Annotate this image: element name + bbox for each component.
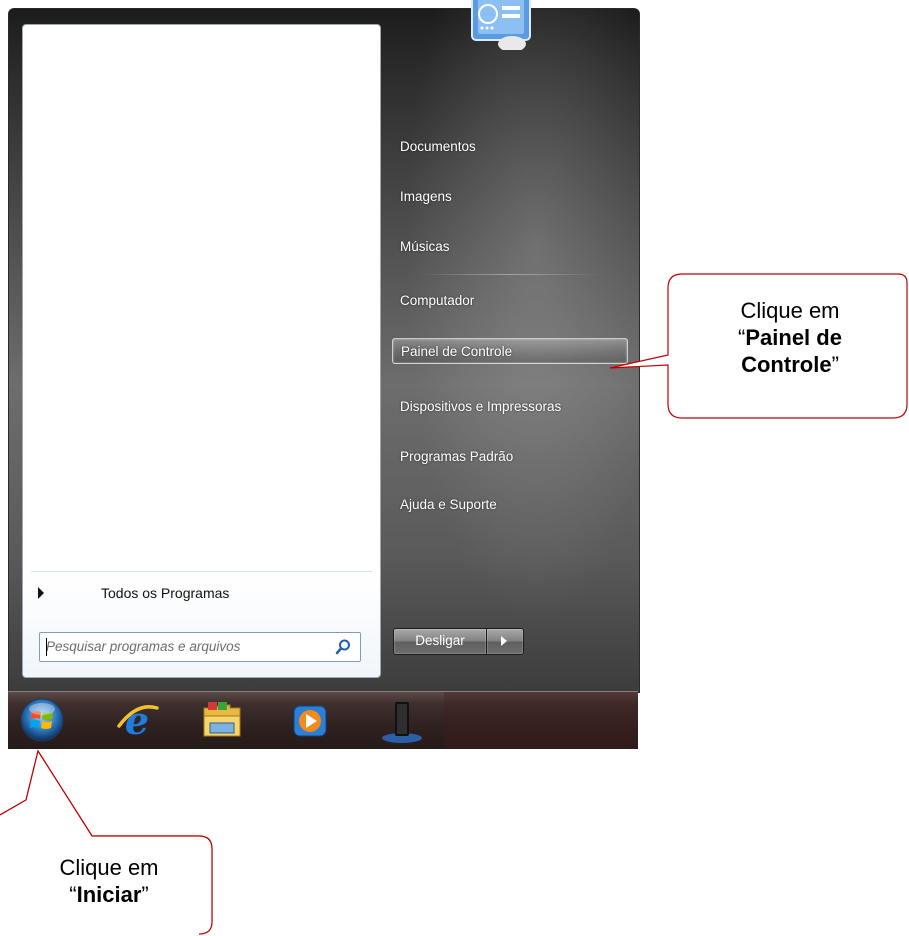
all-programs-item[interactable]: Todos os Programas xyxy=(33,579,370,609)
text-caret xyxy=(46,638,47,656)
user-account-picture-icon[interactable] xyxy=(470,0,532,50)
start-menu-left-pane: Todos os Programas xyxy=(22,24,381,678)
menu-item-musicas[interactable]: Músicas xyxy=(392,234,628,260)
callout-painel-line2: “Painel de xyxy=(738,325,842,350)
search-input[interactable] xyxy=(46,636,322,656)
menu-item-dispositivos-e-impressoras[interactable]: Dispositivos e Impressoras xyxy=(392,394,628,420)
left-pane-separator xyxy=(31,571,372,572)
windows-start-orb-icon[interactable] xyxy=(18,696,66,744)
triangle-right-icon xyxy=(38,587,44,599)
svg-text:e: e xyxy=(125,698,149,743)
callout-painel-de-controle: Clique em “Painel de Controle” xyxy=(690,297,890,378)
menu-item-programas-padrao[interactable]: Programas Padrão xyxy=(392,444,628,470)
callout-iniciar-line1: Clique em xyxy=(59,855,159,880)
search-icon[interactable] xyxy=(334,638,352,656)
all-programs-label: Todos os Programas xyxy=(101,585,230,601)
chevron-right-icon xyxy=(501,636,507,646)
shutdown-button[interactable]: Desligar xyxy=(393,628,487,655)
callout-iniciar: Clique em “Iniciar” xyxy=(24,854,194,908)
menu-item-painel-de-controle[interactable]: Painel de Controle xyxy=(392,338,628,364)
callout-painel-line3: Controle” xyxy=(741,352,839,377)
search-box[interactable] xyxy=(39,632,361,662)
right-column-separator xyxy=(420,274,600,275)
menu-item-documentos[interactable]: Documentos xyxy=(392,134,628,160)
taskbar: e xyxy=(8,691,638,749)
menu-item-computador[interactable]: Computador xyxy=(392,288,628,314)
menu-item-imagens[interactable]: Imagens xyxy=(392,184,628,210)
taskbar-empty-area xyxy=(444,692,638,749)
windows-explorer-folder-icon[interactable] xyxy=(198,696,246,744)
menu-item-ajuda-e-suporte[interactable]: Ajuda e Suporte xyxy=(392,492,628,518)
device-icon[interactable] xyxy=(378,696,426,744)
shutdown-options-button[interactable] xyxy=(486,628,524,655)
callout-iniciar-line2: “Iniciar” xyxy=(69,882,149,907)
internet-explorer-icon[interactable]: e xyxy=(113,696,161,744)
callout-painel-line1: Clique em xyxy=(740,298,840,323)
media-player-icon[interactable] xyxy=(286,696,334,744)
